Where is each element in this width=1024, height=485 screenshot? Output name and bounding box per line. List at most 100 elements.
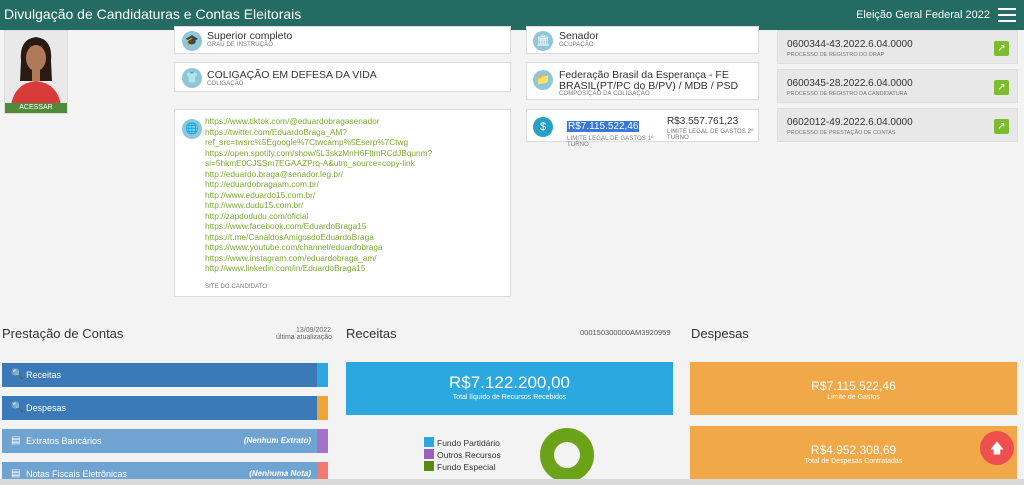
site-link[interactable]: https://www.facebook.com/EduardoBraga15 <box>205 221 432 232</box>
search-icon: 🔍 <box>11 402 24 413</box>
bottom-scrollbar[interactable] <box>0 479 1024 485</box>
process-candidatura: 0600345-28.2022.6.04.0000 PROCESSO DE RE… <box>777 69 1018 103</box>
site-link[interactable]: http://eduardobragaam.com.br/ <box>205 179 432 190</box>
site-link[interactable]: https://www.youtube.com/channel/eduardob… <box>205 242 432 253</box>
scroll-top-button[interactable]: 🡅 <box>980 431 1014 465</box>
receitas-total: R$7.122.200,00 <box>449 373 570 392</box>
despesas-limit: R$7.115.522,46 <box>811 379 896 393</box>
legend-swatch <box>424 437 434 447</box>
occupation-value: Senador <box>559 30 599 42</box>
process-label: PROCESSO DE REGISTRO DO DRAP <box>787 52 885 58</box>
top-header: Divulgação de Candidaturas e Contas Elei… <box>0 0 1024 30</box>
accordion-note: (Nenhuma Nota) <box>249 469 311 478</box>
site-link[interactable]: https://open.spotify.com/show/5L3skzMnH6… <box>205 148 432 159</box>
education-value: Superior completo <box>207 30 293 42</box>
building-icon: 🏛 <box>533 31 553 51</box>
legend-item: Fundo Especial <box>424 461 496 472</box>
receitas-donut <box>540 428 594 482</box>
legend-item: Outros Recursos <box>424 449 501 460</box>
site-card: 🌐 https://www.tiktok.com/@eduardobragase… <box>174 109 511 297</box>
coalition-label: COLIGAÇÃO <box>207 81 244 87</box>
limit-second-round: R$3.557.761,23 LIMITE LEGAL DE GASTOS 2º… <box>667 116 753 141</box>
receitas-code: 000150300000AM3920959 <box>580 328 671 337</box>
site-link[interactable]: http://eduardo.braga@senador.leg.br/ <box>205 169 432 180</box>
tshirt-icon: 👕 <box>182 68 202 88</box>
despesas-title: Despesas <box>691 326 749 341</box>
despesas-contracted-label: Total de Despesas Contratadas <box>804 458 903 465</box>
accordion-receitas[interactable]: 🔍 Receitas <box>2 363 328 387</box>
accordion-extratos[interactable]: ▤ Extratos Bancários (Nenhum Extrato) <box>2 429 328 453</box>
occupation-card: 🏛 Senador OCUPAÇÃO <box>526 26 759 54</box>
despesas-limit-label: Limite de Gastos <box>827 394 880 401</box>
accounts-title: Prestação de Contas <box>2 326 124 341</box>
graduation-cap-icon: 🎓 <box>182 31 202 51</box>
education-label: GRAU DE INSTRUÇÃO <box>207 42 274 48</box>
receitas-total-label: Total líquido de Recursos Recebidos <box>452 394 567 401</box>
accounts-date-label: última atualização <box>276 334 333 341</box>
folder-icon: 📁 <box>533 70 553 90</box>
site-link[interactable]: https://www.tiktok.com/@eduardobragasena… <box>205 116 432 127</box>
receitas-total-box: R$7.122.200,00 Total líquido de Recursos… <box>346 362 673 415</box>
spending-limit-card: $ R$7.115.522,46 LIMITE LEGAL DE GASTOS … <box>526 109 759 148</box>
limit-second-label-2: TURNO <box>667 135 689 141</box>
limit-second-value: R$3.557.761,23 <box>667 116 739 127</box>
process-number: 0602012-49.2022.6.04.0000 <box>787 117 913 128</box>
coalition-card: 👕 COLIGAÇÃO EM DEFESA DA VIDA COLIGAÇÃO <box>174 62 511 92</box>
accordion-note: (Nenhum Extrato) <box>243 436 311 445</box>
legend-swatch <box>424 449 434 459</box>
election-name: Eleição Geral Federal 2022 <box>856 9 990 21</box>
site-links: https://www.tiktok.com/@eduardobragasena… <box>205 116 432 274</box>
site-link[interactable]: https://twitter.com/EduardoBraga_AM? <box>205 127 432 138</box>
site-link[interactable]: http://www.dudu15.com.br/ <box>205 200 432 211</box>
donut-ring <box>540 428 594 482</box>
open-link-icon[interactable]: ↗ <box>994 119 1009 134</box>
candidate-photo[interactable]: ACESSAR <box>4 30 68 114</box>
document-icon: ▤ <box>11 435 21 446</box>
process-drap: 0600344-43.2022.6.04.0000 PROCESSO DE RE… <box>777 30 1018 64</box>
site-label: SITE DO CANDIDATO <box>205 284 268 290</box>
process-number: 0600345-28.2022.6.04.0000 <box>787 78 913 89</box>
search-icon: 🔍 <box>11 369 24 380</box>
menu-icon[interactable] <box>998 8 1016 22</box>
legend-item: Fundo Partidário <box>424 437 500 448</box>
limit-first-label-2: TURNO <box>567 142 589 148</box>
process-prestacao: 0602012-49.2022.6.04.0000 PROCESSO DE PR… <box>777 108 1018 142</box>
limit-first-value[interactable]: R$7.115.522,46 <box>567 121 640 132</box>
despesas-limit-box: R$7.115.522,46 Limite de Gastos <box>690 362 1017 415</box>
document-icon: ▤ <box>11 468 21 479</box>
app-title: Divulgação de Candidaturas e Contas Elei… <box>4 6 302 22</box>
site-link[interactable]: http://zapdodudu.com/oficial <box>205 211 432 222</box>
accordion-label: Receitas <box>26 370 62 380</box>
site-link[interactable]: https://www.instagram.com/eduardobraga_a… <box>205 253 432 264</box>
accordion-label: Despesas <box>26 403 67 413</box>
occupation-label: OCUPAÇÃO <box>559 42 594 48</box>
accounts-date: 13/09/2022 <box>296 327 332 334</box>
site-link[interactable]: http://www.eduardo15.com.br/ <box>205 190 432 201</box>
legend-text: Fundo Partidário <box>437 438 500 448</box>
legend-text: Outros Recursos <box>437 450 501 460</box>
accordion-despesas[interactable]: 🔍 Despesas <box>2 396 328 420</box>
composition-label: COMPOSIÇÃO DA COLIGAÇÃO <box>559 91 650 97</box>
legend-text: Fundo Especial <box>437 462 496 472</box>
accordion-label: Extratos Bancários <box>26 436 102 446</box>
process-label: PROCESSO DE PRESTAÇÃO DE CONTAS <box>787 130 896 136</box>
process-label: PROCESSO DE REGISTRO DA CANDIDATURA <box>787 91 908 97</box>
arrow-up-icon: 🡅 <box>989 440 1005 456</box>
accordion-label: Notas Fiscais Eletrônicas <box>26 469 128 479</box>
limit-first-round: R$7.115.522,46 LIMITE LEGAL DE GASTOS 1º… <box>567 116 653 148</box>
legend-swatch <box>424 461 434 471</box>
site-link[interactable]: http://www.linkedin.com/in/EduardoBraga1… <box>205 263 432 274</box>
dollar-icon: $ <box>533 117 553 137</box>
open-link-icon[interactable]: ↗ <box>994 41 1009 56</box>
photo-caption: ACESSAR <box>5 103 67 113</box>
open-link-icon[interactable]: ↗ <box>994 80 1009 95</box>
education-card: 🎓 Superior completo GRAU DE INSTRUÇÃO <box>174 26 511 54</box>
coalition-value: COLIGAÇÃO EM DEFESA DA VIDA <box>207 69 377 81</box>
despesas-contracted: R$4.952.308,69 <box>810 443 897 457</box>
site-link[interactable]: ref_src=twsrc%5Egoogle%7Ctwcamp%5Eserp%7… <box>205 137 432 148</box>
despesas-contracted-box: R$4.952.308,69 Total de Despesas Contrat… <box>690 426 1017 479</box>
site-link[interactable]: si=5hkmE0CJSSm7EGAAZPrq-A&utm_source=cop… <box>205 158 432 169</box>
site-link[interactable]: https://t.me/CanaldosAmigosdoEduardoBrag… <box>205 232 432 243</box>
globe-icon: 🌐 <box>182 119 202 139</box>
process-number: 0600344-43.2022.6.04.0000 <box>787 39 913 50</box>
